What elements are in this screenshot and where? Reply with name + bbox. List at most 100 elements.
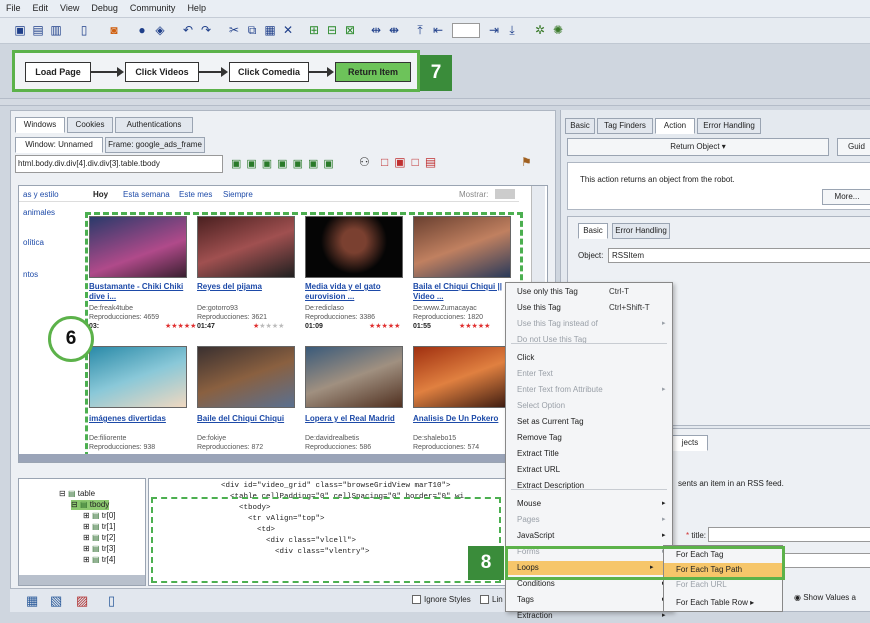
context-menu-item[interactable]: Mouse ▸ <box>517 497 667 511</box>
tab-objects[interactable]: jects <box>672 435 708 451</box>
step-up-icon[interactable]: ⤒ <box>412 22 428 38</box>
context-menu-item[interactable]: Extract URL <box>517 463 667 477</box>
delete-icon[interactable]: ✕ <box>280 22 296 38</box>
filter-month[interactable]: Este mes <box>179 190 212 199</box>
tab-windows[interactable]: Windows <box>15 117 65 133</box>
tab-action[interactable]: Action <box>655 118 695 134</box>
menu-help[interactable]: Help <box>181 0 212 13</box>
tab-error-handling-inner[interactable]: Error Handling <box>612 223 670 239</box>
menu-item-for-each-url[interactable]: For Each URL <box>664 578 782 592</box>
tag-finder-icons[interactable]: ▣▣▣▣▣▣▣ <box>231 157 351 171</box>
tag-path-field[interactable]: html.body.div.div[4].div.div[3].table.tb… <box>15 155 223 173</box>
filter-always[interactable]: Siempre <box>223 190 253 199</box>
undo-icon[interactable]: ↶ <box>180 22 196 38</box>
globe-icon[interactable]: ◈ <box>152 22 168 38</box>
tree-node-selected[interactable]: ⊟ ▤ tbody <box>71 500 110 510</box>
menu-item-for-each-table-row[interactable]: For Each Table Row ▸ <box>664 596 782 610</box>
step-down-icon[interactable]: ⤓ <box>504 22 520 38</box>
filter-week[interactable]: Esta semana <box>123 190 170 199</box>
step-forward-icon[interactable]: ⇥ <box>486 22 502 38</box>
open-icon[interactable]: ▤ <box>30 22 46 38</box>
menu-file[interactable]: File <box>0 0 27 13</box>
save-icon[interactable]: ▥ <box>48 22 64 38</box>
context-menu-item[interactable]: Tags▸ <box>517 593 667 607</box>
tree-node[interactable]: ⊞ ▤ tr[2] <box>83 533 116 543</box>
step-back-icon[interactable]: ⇤ <box>430 22 446 38</box>
context-menu-item[interactable]: Extract Description <box>517 479 667 493</box>
page-icon[interactable]: ▯ <box>76 22 92 38</box>
join-icon[interactable]: ⇼ <box>386 22 402 38</box>
branch-icon[interactable]: ⊠ <box>342 22 358 38</box>
view-icons[interactable]: □▣□▤ <box>381 155 471 171</box>
ignore-styles-checkbox[interactable] <box>412 595 421 604</box>
sidebar-link[interactable]: animales <box>23 208 55 217</box>
inspect-icon[interactable]: ⚑ <box>521 155 532 169</box>
add-step-icon[interactable]: ⊞ <box>306 22 322 38</box>
step-return-item[interactable]: Return Item <box>335 62 411 82</box>
tab-window-unnamed[interactable]: Window: Unnamed <box>15 137 103 153</box>
tab-cookies[interactable]: Cookies <box>67 117 113 133</box>
cut-icon[interactable]: ✂ <box>226 22 242 38</box>
tab-tag-finders[interactable]: Tag Finders <box>597 118 653 134</box>
layout-icon[interactable]: ▦ <box>26 593 38 609</box>
source-view-icon[interactable]: ▨ <box>76 593 88 609</box>
context-menu-item[interactable]: Extraction ▸ <box>517 609 667 623</box>
menu-debug[interactable]: Debug <box>85 0 124 13</box>
step-click-videos[interactable]: Click Videos <box>125 62 199 82</box>
context-menu-item[interactable]: Click <box>517 351 667 365</box>
record-icon[interactable]: ◙ <box>106 22 122 38</box>
view-toggle[interactable] <box>495 189 515 199</box>
tree-node[interactable]: ⊞ ▤ tr[4] <box>83 555 116 565</box>
tree-node[interactable]: ⊞ ▤ tr[1] <box>83 522 116 532</box>
splitter[interactable] <box>0 98 870 106</box>
tab-basic[interactable]: Basic <box>565 118 595 134</box>
sidebar-link[interactable]: as y estilo <box>23 190 59 199</box>
context-menu-item[interactable]: JavaScript ▸ <box>517 529 667 543</box>
run-icon[interactable]: ✺ <box>550 22 566 38</box>
sidebar-link[interactable]: ntos <box>23 270 38 279</box>
tree-scrollbar[interactable] <box>19 575 145 585</box>
title-field[interactable] <box>708 527 870 542</box>
context-menu-item[interactable]: Use this Tag instead of ▸ <box>517 317 667 331</box>
filter-today[interactable]: Hoy <box>93 190 108 199</box>
horizontal-scrollbar[interactable] <box>19 454 531 462</box>
redo-icon[interactable]: ↷ <box>198 22 214 38</box>
context-menu-item[interactable]: Remove Tag <box>517 431 667 445</box>
tree-node[interactable]: ⊟ ▤ table <box>59 489 95 499</box>
guide-button[interactable]: Guid <box>837 138 870 156</box>
menu-view[interactable]: View <box>54 0 85 13</box>
insert-step-icon[interactable]: ⊟ <box>324 22 340 38</box>
debug-icon[interactable]: ✲ <box>532 22 548 38</box>
new-icon[interactable]: ▣ <box>12 22 28 38</box>
context-menu-item[interactable]: Use this Tag Ctrl+Shift-T <box>517 301 667 315</box>
menu-edit[interactable]: Edit <box>27 0 55 13</box>
step-load-page[interactable]: Load Page <box>25 62 91 82</box>
context-menu-item[interactable]: Use only this Tag Ctrl-T <box>517 285 667 299</box>
sidebar-link[interactable]: olítica <box>23 238 44 247</box>
panel-icon[interactable]: ▯ <box>108 593 115 609</box>
lines-checkbox[interactable] <box>480 595 489 604</box>
paste-icon[interactable]: ▦ <box>262 22 278 38</box>
context-menu-item[interactable]: Select Option <box>517 399 667 413</box>
context-menu-item[interactable]: Pages ▸ <box>517 513 667 527</box>
split-icon[interactable]: ⇹ <box>368 22 384 38</box>
split-view-icon[interactable]: ▧ <box>50 593 62 609</box>
stop-icon[interactable]: ● <box>134 22 150 38</box>
context-menu-item[interactable]: Set as Current Tag <box>517 415 667 429</box>
context-menu-item[interactable]: Extract Title <box>517 447 667 461</box>
action-select[interactable]: Return Object ▾ <box>567 138 829 156</box>
tab-authentications[interactable]: Authentications <box>115 117 193 133</box>
step-click-comedia[interactable]: Click Comedia <box>229 62 309 82</box>
context-menu-item[interactable]: Enter Text from Attribute ▸ <box>517 383 667 397</box>
tab-basic-inner[interactable]: Basic <box>578 223 608 239</box>
step-number-input[interactable] <box>452 23 480 38</box>
menu-community[interactable]: Community <box>124 0 182 13</box>
object-field[interactable]: RSSItem <box>608 248 870 263</box>
tab-error-handling[interactable]: Error Handling <box>697 118 761 134</box>
context-menu-item[interactable]: Do not Use this Tag <box>517 333 667 347</box>
tree-node[interactable]: ⊞ ▤ tr[0] <box>83 511 116 521</box>
tree-node[interactable]: ⊞ ▤ tr[3] <box>83 544 116 554</box>
more-button[interactable]: More... <box>822 189 870 205</box>
binoculars-icon[interactable]: ⚇ <box>359 155 370 169</box>
copy-icon[interactable]: ⧉ <box>244 22 260 38</box>
